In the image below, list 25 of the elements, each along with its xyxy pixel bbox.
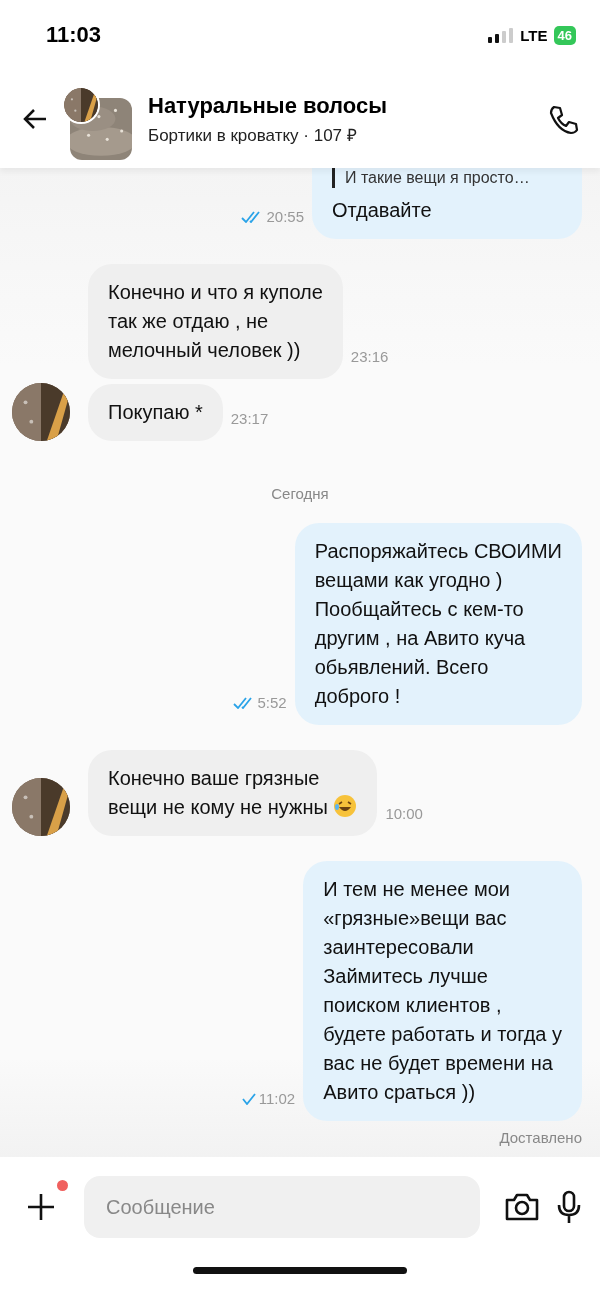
message-bubble: Покупаю * (88, 384, 223, 441)
message-bubble: Распоряжайтесь СВОИМИ вещами как угодно ) Пообщайтесь с кем-то другим , на Авито куча обьявлений. Всего доброго ! (294, 523, 582, 725)
battery-level: 46 (553, 25, 576, 45)
message-input[interactable]: Сообщение (84, 1176, 480, 1238)
message-bubble: И такие вещи я просто… Отдавайте (312, 168, 582, 239)
message-bubble: Конечно ваше грязные вещи не кому не нужны (88, 750, 378, 836)
date-separator: Сегодня (271, 485, 329, 502)
message-time: 20:55 (266, 208, 304, 225)
message-time: 10:00 (385, 805, 423, 822)
network-type: LTE (520, 26, 548, 44)
status-time: 11:03 (46, 22, 102, 48)
message-bubble: И тем не менее мои «грязные»вещи вас заинтересовали Займитесь лучше поиском клиентов , будете работать и тогда у вас не будет времени на Авито сраться )) (303, 861, 582, 1121)
message-time: 23:16 (350, 348, 389, 365)
message-time: 23:17 (230, 410, 269, 427)
microphone-button[interactable] (556, 1190, 582, 1224)
message-time: 11:02 (258, 1090, 296, 1107)
delivery-status: Доставлено (499, 1129, 582, 1147)
chat-title: Натуральные волосы (148, 92, 388, 119)
quoted-message: И такие вещи я просто… (332, 168, 562, 188)
listing-subtitle: Бортики в кроватку · 107 ₽ (148, 124, 358, 146)
call-button[interactable] (548, 103, 580, 135)
signal-icon (488, 27, 515, 43)
message-bubble: Конечно и что я куполе так же отдаю , не мелочный человек )) (88, 264, 343, 379)
camera-button[interactable] (504, 1192, 540, 1222)
message-time: 5:52 (257, 694, 287, 711)
